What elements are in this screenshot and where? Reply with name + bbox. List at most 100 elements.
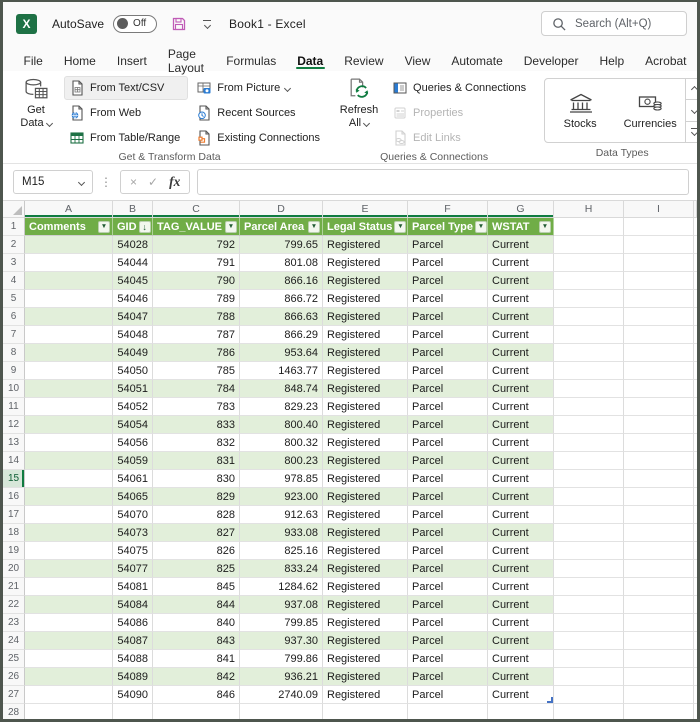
cell-A18[interactable]	[25, 524, 113, 542]
column-header-a[interactable]: A	[25, 201, 113, 218]
select-all-corner[interactable]	[3, 201, 25, 218]
cell-F18[interactable]: Parcel	[408, 524, 488, 542]
table-header-tag-value[interactable]: TAG_VALUE▼	[153, 218, 240, 236]
cell-A8[interactable]	[25, 344, 113, 362]
filter-button-parcel-area[interactable]: ▼	[308, 221, 320, 233]
cell-I22[interactable]	[624, 596, 694, 614]
cell-B7[interactable]: 54048	[113, 326, 153, 344]
cell-D5[interactable]: 866.72	[240, 290, 323, 308]
table-header-comments[interactable]: Comments▼	[25, 218, 113, 236]
cell-B26[interactable]: 54089	[113, 668, 153, 686]
cell-I6[interactable]	[624, 308, 694, 326]
cell-I10[interactable]	[624, 380, 694, 398]
cell-A14[interactable]	[25, 452, 113, 470]
cell-B22[interactable]: 54084	[113, 596, 153, 614]
cell-F12[interactable]: Parcel	[408, 416, 488, 434]
cell-H11[interactable]	[554, 398, 624, 416]
cell-A25[interactable]	[25, 650, 113, 668]
cell-D17[interactable]: 912.63	[240, 506, 323, 524]
cell-F28[interactable]	[408, 704, 488, 719]
cell-G5[interactable]: Current	[488, 290, 554, 308]
table-header-parcel-area[interactable]: Parcel Area▼	[240, 218, 323, 236]
column-header-d[interactable]: D	[240, 201, 323, 218]
cell-E2[interactable]: Registered	[323, 236, 408, 254]
cell-H1[interactable]	[554, 218, 624, 236]
cell-B5[interactable]: 54046	[113, 290, 153, 308]
cell-B6[interactable]: 54047	[113, 308, 153, 326]
cell-I1[interactable]	[624, 218, 694, 236]
cell-F8[interactable]: Parcel	[408, 344, 488, 362]
cell-F14[interactable]: Parcel	[408, 452, 488, 470]
row-header-9[interactable]: 9	[3, 362, 25, 380]
cell-A15[interactable]	[25, 470, 113, 488]
ribbon-item-recent-sources[interactable]: Recent Sources	[191, 101, 328, 125]
cell-B25[interactable]: 54088	[113, 650, 153, 668]
cell-B9[interactable]: 54050	[113, 362, 153, 380]
cell-C13[interactable]: 832	[153, 434, 240, 452]
cell-E24[interactable]: Registered	[323, 632, 408, 650]
cell-E3[interactable]: Registered	[323, 254, 408, 272]
cell-E7[interactable]: Registered	[323, 326, 408, 344]
cell-H23[interactable]	[554, 614, 624, 632]
cell-F5[interactable]: Parcel	[408, 290, 488, 308]
row-header-28[interactable]: 28	[3, 704, 25, 719]
cell-I2[interactable]	[624, 236, 694, 254]
cell-H25[interactable]	[554, 650, 624, 668]
cell-C21[interactable]: 845	[153, 578, 240, 596]
cell-B16[interactable]: 54065	[113, 488, 153, 506]
cell-G16[interactable]: Current	[488, 488, 554, 506]
ribbon-item-properties[interactable]: Properties	[387, 101, 534, 125]
get-data-button[interactable]: Get Data	[11, 76, 61, 130]
cell-C4[interactable]: 790	[153, 272, 240, 290]
cell-H8[interactable]	[554, 344, 624, 362]
cell-F11[interactable]: Parcel	[408, 398, 488, 416]
cell-E16[interactable]: Registered	[323, 488, 408, 506]
cell-D18[interactable]: 933.08	[240, 524, 323, 542]
cell-G9[interactable]: Current	[488, 362, 554, 380]
table-header-gid[interactable]: GID↓	[113, 218, 153, 236]
column-header-f[interactable]: F	[408, 201, 488, 218]
gallery-scroll-up-button[interactable]	[686, 79, 700, 100]
cell-A21[interactable]	[25, 578, 113, 596]
row-header-19[interactable]: 19	[3, 542, 25, 560]
row-header-26[interactable]: 26	[3, 668, 25, 686]
cell-I18[interactable]	[624, 524, 694, 542]
search-box[interactable]: Search (Alt+Q)	[541, 11, 687, 36]
cell-C6[interactable]: 788	[153, 308, 240, 326]
cell-I16[interactable]	[624, 488, 694, 506]
cell-D9[interactable]: 1463.77	[240, 362, 323, 380]
cell-F25[interactable]: Parcel	[408, 650, 488, 668]
cell-B17[interactable]: 54070	[113, 506, 153, 524]
cell-E13[interactable]: Registered	[323, 434, 408, 452]
cell-G6[interactable]: Current	[488, 308, 554, 326]
cell-H18[interactable]	[554, 524, 624, 542]
cell-B3[interactable]: 54044	[113, 254, 153, 272]
cell-C18[interactable]: 827	[153, 524, 240, 542]
filter-button-comments[interactable]: ▼	[98, 221, 110, 233]
cell-G10[interactable]: Current	[488, 380, 554, 398]
cell-C24[interactable]: 843	[153, 632, 240, 650]
row-header-12[interactable]: 12	[3, 416, 25, 434]
cell-I7[interactable]	[624, 326, 694, 344]
tab-review[interactable]: Review	[334, 45, 394, 71]
cell-A27[interactable]	[25, 686, 113, 704]
cell-E23[interactable]: Registered	[323, 614, 408, 632]
data-type-currencies[interactable]: Currencies	[615, 79, 685, 142]
cell-G7[interactable]: Current	[488, 326, 554, 344]
cell-H9[interactable]	[554, 362, 624, 380]
cell-E27[interactable]: Registered	[323, 686, 408, 704]
cell-A19[interactable]	[25, 542, 113, 560]
cell-A5[interactable]	[25, 290, 113, 308]
cell-C19[interactable]: 826	[153, 542, 240, 560]
row-header-21[interactable]: 21	[3, 578, 25, 596]
cell-D22[interactable]: 937.08	[240, 596, 323, 614]
column-header-e[interactable]: E	[323, 201, 408, 218]
cell-A11[interactable]	[25, 398, 113, 416]
row-header-23[interactable]: 23	[3, 614, 25, 632]
cell-H26[interactable]	[554, 668, 624, 686]
cell-D6[interactable]: 866.63	[240, 308, 323, 326]
cell-A24[interactable]	[25, 632, 113, 650]
formula-bar-grip[interactable]: ⋮	[100, 175, 113, 189]
cell-B23[interactable]: 54086	[113, 614, 153, 632]
cell-H3[interactable]	[554, 254, 624, 272]
